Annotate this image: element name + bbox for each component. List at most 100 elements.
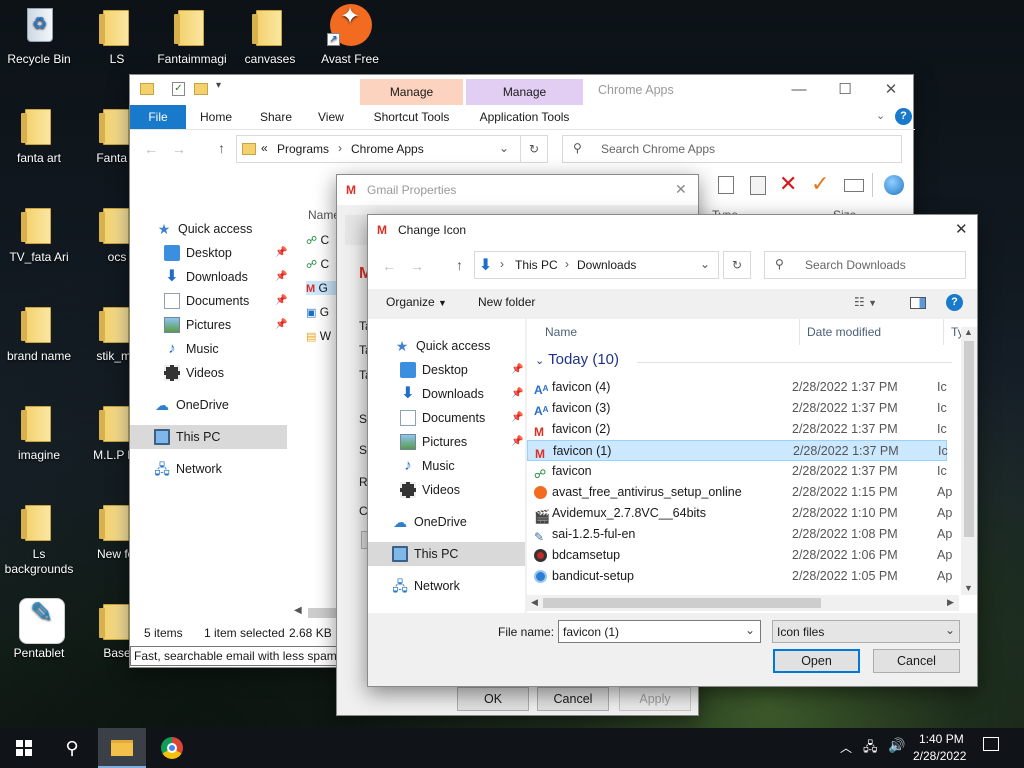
file-row[interactable]: bandicut-setup 2/28/2022 1:05 PM Ap bbox=[527, 566, 952, 587]
nav-desktop[interactable]: Desktop bbox=[400, 358, 468, 382]
desktop-icon[interactable]: Recycle Bin bbox=[0, 4, 78, 67]
desktop-icon[interactable]: ↗ Avast Free bbox=[311, 4, 389, 67]
file-row[interactable]: Mfavicon (1) 2/28/2022 1:37 PM Ic bbox=[527, 440, 948, 461]
nav-downloads[interactable]: ⬇ Downloads bbox=[400, 382, 484, 406]
qat-newfolder-icon[interactable] bbox=[194, 83, 208, 95]
organize-button[interactable]: Organize ▼ bbox=[386, 295, 447, 309]
file-stub[interactable]: ☍ C bbox=[306, 233, 336, 247]
file-stub[interactable]: ▤ W bbox=[306, 329, 336, 343]
start-button[interactable] bbox=[0, 728, 48, 768]
nav-quick-access[interactable]: ★ Quick access bbox=[394, 334, 491, 358]
nav-network[interactable]: 🖧 Network bbox=[154, 457, 222, 481]
chevron-down-icon[interactable]: ⌄ bbox=[745, 623, 755, 637]
file-type-select[interactable]: Icon files ⌄ bbox=[772, 620, 960, 643]
nav-onedrive[interactable]: ☁ OneDrive bbox=[392, 510, 467, 534]
nav-music[interactable]: ♪ Music bbox=[164, 337, 218, 361]
scroll-thumb[interactable] bbox=[543, 598, 821, 608]
close-icon[interactable]: ✕ bbox=[675, 181, 687, 198]
tab-application-tools[interactable]: Application Tools bbox=[466, 105, 583, 129]
clock-date[interactable]: 2/28/2022 bbox=[913, 749, 966, 763]
open-button[interactable]: Open bbox=[773, 649, 860, 673]
nav-downloads[interactable]: ⬇ Downloads bbox=[164, 265, 248, 289]
maximize-button[interactable]: ☐ bbox=[822, 75, 868, 105]
clock-time[interactable]: 1:40 PM bbox=[919, 732, 964, 746]
desktop-icon[interactable]: fanta art bbox=[0, 103, 78, 166]
paste-icon[interactable] bbox=[750, 176, 766, 195]
desktop-icon[interactable]: imagine bbox=[0, 400, 78, 463]
back-button[interactable]: ← bbox=[144, 141, 158, 157]
qat-folder-icon[interactable] bbox=[140, 83, 154, 95]
file-row[interactable]: Aᴬ favicon (4) 2/28/2022 1:37 PM Ic bbox=[527, 377, 947, 398]
tab-share[interactable]: Share bbox=[260, 105, 292, 129]
preview-pane-icon[interactable] bbox=[910, 297, 926, 309]
file-stub[interactable]: M G bbox=[306, 281, 336, 295]
pin-icon[interactable]: 📌 bbox=[511, 436, 523, 447]
nav-onedrive[interactable]: ☁ OneDrive bbox=[154, 393, 229, 417]
ribbon-expand-icon[interactable]: ⌄ bbox=[876, 109, 885, 122]
file-explorer-taskbar-button[interactable] bbox=[98, 728, 146, 768]
cancel-button[interactable]: Cancel bbox=[873, 649, 960, 673]
up-button[interactable]: ↑ bbox=[218, 140, 225, 156]
back-button[interactable]: ← bbox=[382, 258, 396, 274]
nav-this-pc[interactable]: This PC bbox=[154, 425, 220, 449]
h-scrollbar[interactable]: ◀ ▶ bbox=[527, 595, 959, 611]
file-stub[interactable]: ▣ G bbox=[306, 305, 336, 319]
globe-icon[interactable] bbox=[884, 175, 904, 195]
nav-quick-access[interactable]: ★ Quick access bbox=[156, 217, 253, 241]
scroll-up-icon[interactable]: ▲ bbox=[964, 327, 973, 337]
forward-button[interactable]: → bbox=[172, 141, 186, 157]
file-row[interactable]: ✎ sai-1.2.5-ful-en 2/28/2022 1:08 PM Ap bbox=[527, 524, 952, 545]
nav-this-pc[interactable]: This PC bbox=[392, 542, 458, 566]
breadcrumb-chrome-apps[interactable]: Chrome Apps bbox=[351, 142, 424, 156]
desktop-icon[interactable]: brand name bbox=[0, 301, 78, 364]
file-row[interactable]: bdcamsetup 2/28/2022 1:06 PM Ap bbox=[527, 545, 952, 566]
desktop-icon[interactable]: canvases bbox=[231, 4, 309, 67]
breadcrumb-sep-icon[interactable]: › bbox=[565, 257, 569, 271]
pin-icon[interactable]: 📌 bbox=[275, 247, 287, 258]
pin-icon[interactable]: 📌 bbox=[275, 271, 287, 282]
file-stub[interactable]: ☍ C bbox=[306, 257, 336, 271]
desktop-icon[interactable]: Ls backgrounds bbox=[0, 499, 78, 577]
scroll-down-icon[interactable]: ▼ bbox=[964, 583, 973, 593]
tray-chevron-icon[interactable]: ︿ bbox=[840, 739, 852, 756]
scroll-right-icon[interactable]: ▶ bbox=[947, 597, 954, 608]
breadcrumb-downloads[interactable]: Downloads bbox=[577, 258, 636, 272]
breadcrumb-sep-icon[interactable]: › bbox=[338, 141, 342, 155]
chrome-taskbar-button[interactable] bbox=[148, 728, 196, 768]
tab-file[interactable]: File bbox=[130, 105, 186, 129]
dialog-search[interactable]: ⚲ Search Downloads bbox=[764, 251, 966, 279]
file-name-input[interactable]: favicon (1) ⌄ bbox=[558, 620, 761, 643]
nav-videos[interactable]: Videos bbox=[164, 361, 224, 385]
nav-videos[interactable]: Videos bbox=[400, 478, 460, 502]
file-row[interactable]: ☍ favicon 2/28/2022 1:37 PM Ic bbox=[527, 461, 947, 482]
group-header[interactable]: ⌄ Today (10) bbox=[535, 351, 619, 368]
desktop-icon[interactable]: Fantaimmagi bbox=[153, 4, 231, 67]
help-icon[interactable]: ? bbox=[895, 108, 912, 125]
notification-icon[interactable] bbox=[983, 737, 999, 751]
nav-pictures[interactable]: Pictures bbox=[400, 430, 467, 454]
rename-check-icon[interactable]: ✓ bbox=[811, 171, 829, 197]
address-dropdown-icon[interactable]: ⌄ bbox=[499, 141, 509, 155]
help-icon[interactable]: ? bbox=[946, 294, 963, 311]
scroll-thumb[interactable] bbox=[964, 341, 974, 537]
column-divider[interactable] bbox=[799, 319, 800, 345]
nav-network[interactable]: 🖧 Network bbox=[392, 574, 460, 598]
pin-icon[interactable]: 📌 bbox=[275, 295, 287, 306]
nav-documents[interactable]: Documents bbox=[400, 406, 485, 430]
breadcrumb-programs[interactable]: Programs bbox=[277, 142, 329, 156]
delete-icon[interactable]: ✕ bbox=[779, 171, 797, 197]
breadcrumb-sep-icon[interactable]: › bbox=[500, 257, 504, 271]
tab-view[interactable]: View bbox=[318, 105, 344, 129]
scroll-left-icon[interactable]: ◀ bbox=[531, 597, 538, 608]
refresh-button[interactable]: ↻ bbox=[723, 251, 751, 279]
qat-properties-icon[interactable]: ✓ bbox=[172, 82, 185, 96]
cancel-button[interactable]: Cancel bbox=[537, 687, 609, 711]
desktop-icon[interactable]: TV_fata Ari bbox=[0, 202, 78, 265]
view-options-icon[interactable]: ☷ ▼ bbox=[854, 295, 877, 309]
new-folder-button[interactable]: New folder bbox=[478, 295, 535, 309]
properties-icon[interactable] bbox=[844, 179, 864, 192]
column-divider[interactable] bbox=[943, 319, 944, 345]
v-scrollbar[interactable]: ▲ ▼ bbox=[961, 327, 977, 595]
nav-music[interactable]: ♪ Music bbox=[400, 454, 454, 478]
minimize-button[interactable]: — bbox=[776, 75, 822, 105]
